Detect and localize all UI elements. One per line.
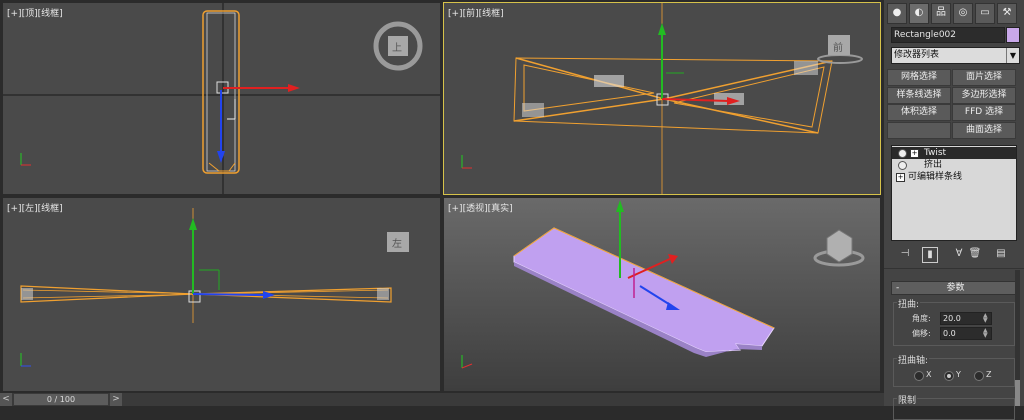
- viewport-front-label[interactable]: [+][前][线框]: [448, 6, 504, 19]
- object-color-swatch[interactable]: [1006, 27, 1020, 43]
- mesh-select-button[interactable]: 网格选择: [887, 69, 951, 86]
- command-panel-tabs: ● ◐ 品 ◎ ▭ ⚒: [887, 3, 1021, 24]
- viewport-left[interactable]: [+][左][线框] 左: [3, 198, 440, 391]
- empty-modifier-slot: [887, 122, 951, 139]
- make-unique-icon[interactable]: ∀: [952, 247, 966, 261]
- angle-label: 角度:: [912, 314, 931, 323]
- modifier-stack[interactable]: + Twist 挤出 + 可编辑样条线: [891, 145, 1017, 241]
- scrollbar-thumb[interactable]: [1015, 380, 1020, 406]
- patch-select-button[interactable]: 面片选择: [952, 69, 1016, 86]
- divider: [884, 268, 1024, 269]
- stack-item-label: 可编辑样条线: [908, 172, 963, 182]
- twist-axis-label: 扭曲轴:: [897, 353, 930, 366]
- limits-label: 限制: [897, 393, 918, 406]
- pin-stack-icon[interactable]: ⊣: [898, 247, 912, 261]
- viewport-top[interactable]: [+][顶][线框] 上: [3, 3, 440, 194]
- axis-z-radio[interactable]: [974, 371, 984, 381]
- bias-label: 偏移:: [912, 329, 931, 338]
- spinner-arrows-icon[interactable]: ▲ ▼: [983, 313, 989, 324]
- stack-item-twist[interactable]: + Twist: [892, 147, 1016, 159]
- utilities-tab-icon[interactable]: ⚒: [997, 3, 1017, 24]
- viewport-perspective[interactable]: [+][透视][真实]: [444, 198, 880, 391]
- axis-z-label: Z: [986, 370, 992, 379]
- modifier-list-label: 修改器列表: [894, 50, 940, 60]
- front-view-drawing: [461, 3, 863, 194]
- timeline: < 0 / 100 >: [0, 393, 884, 406]
- left-view-drawing: [20, 208, 409, 367]
- expand-icon[interactable]: +: [910, 149, 919, 158]
- chevron-down-icon: ▼: [1006, 48, 1019, 63]
- viewcube-left[interactable]: 左: [392, 235, 402, 250]
- volume-select-button[interactable]: 体积选择: [887, 104, 951, 121]
- lightbulb-icon[interactable]: [898, 149, 907, 158]
- expand-icon[interactable]: +: [896, 173, 905, 182]
- axis-y-radio[interactable]: [944, 371, 954, 381]
- command-panel-scrollbar[interactable]: [1015, 270, 1020, 406]
- collapse-icon: -: [896, 283, 900, 293]
- timeline-prev-button[interactable]: <: [0, 393, 12, 406]
- viewport-left-label[interactable]: [+][左][线框]: [7, 201, 63, 214]
- rollout-title: 参数: [946, 283, 965, 293]
- motion-tab-icon[interactable]: ◎: [953, 3, 973, 24]
- time-slider[interactable]: 0 / 100: [14, 394, 108, 405]
- twist-group-label: 扭曲:: [897, 297, 921, 310]
- spline-select-button[interactable]: 样条线选择: [887, 87, 951, 104]
- stack-item-label: Twist: [924, 148, 947, 158]
- viewport-top-label[interactable]: [+][顶][线框]: [7, 6, 63, 19]
- hierarchy-tab-icon[interactable]: 品: [931, 3, 951, 24]
- parameters-rollout-header[interactable]: - 参数: [891, 281, 1020, 295]
- ffd-select-button[interactable]: FFD 选择: [952, 104, 1016, 121]
- stack-item-editable-spline[interactable]: + 可编辑样条线: [892, 171, 1016, 183]
- axis-y-label: Y: [956, 370, 961, 379]
- display-tab-icon[interactable]: ▭: [975, 3, 995, 24]
- show-end-result-icon[interactable]: ▮: [922, 247, 938, 263]
- modifier-list-dropdown[interactable]: 修改器列表 ▼: [891, 47, 1020, 64]
- poly-select-button[interactable]: 多边形选择: [952, 87, 1016, 104]
- viewport-front[interactable]: [+][前][线框] 前: [443, 2, 881, 195]
- timeline-next-button[interactable]: >: [110, 393, 122, 406]
- axis-x-radio[interactable]: [914, 371, 924, 381]
- stack-item-extrude[interactable]: 挤出: [892, 159, 1016, 171]
- object-name-field[interactable]: Rectangle002: [891, 27, 1005, 43]
- surface-select-button[interactable]: 曲面选择: [952, 122, 1016, 139]
- stack-item-label: 挤出: [924, 160, 943, 170]
- modify-tab-icon[interactable]: ◐: [909, 3, 929, 24]
- lightbulb-icon[interactable]: [898, 161, 907, 170]
- viewport-perspective-label[interactable]: [+][透视][真实]: [448, 201, 513, 214]
- create-tab-icon[interactable]: ●: [887, 3, 907, 24]
- axis-x-label: X: [926, 370, 932, 379]
- top-view-drawing: [3, 3, 440, 194]
- configure-modifier-sets-icon[interactable]: ▤: [994, 247, 1008, 261]
- spinner-arrows-icon[interactable]: ▲ ▼: [983, 328, 989, 339]
- viewcube-top[interactable]: 上: [392, 39, 402, 54]
- viewcube-front[interactable]: 前: [833, 39, 843, 54]
- perspective-view-drawing: [461, 200, 865, 369]
- command-panel: ● ◐ 品 ◎ ▭ ⚒ Rectangle002 修改器列表 ▼ 网格选择 面片…: [884, 0, 1024, 420]
- remove-modifier-icon[interactable]: 🗑: [968, 247, 982, 261]
